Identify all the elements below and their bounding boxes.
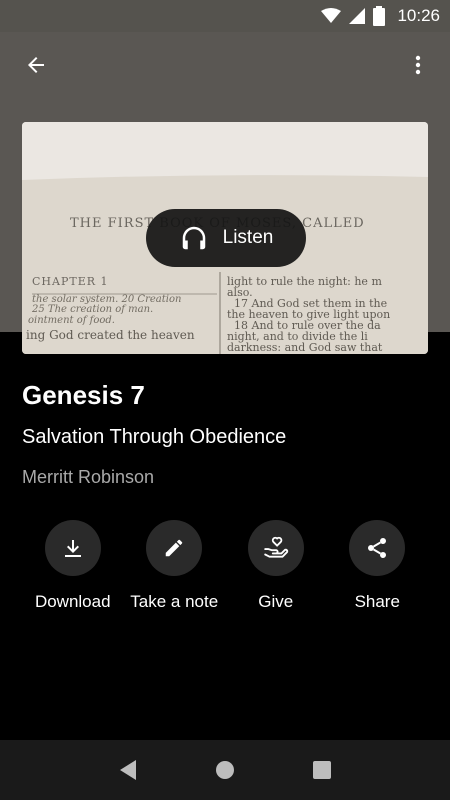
nav-home-button[interactable]	[205, 750, 245, 790]
action-row: Download Take a note Give Share	[22, 520, 428, 620]
give-circle[interactable]	[247, 520, 304, 576]
status-bar: 10:26	[0, 0, 450, 32]
download-label: Download	[34, 592, 111, 611]
page-left-line-4: ing God created the heaven	[26, 328, 195, 342]
pencil-icon	[166, 539, 183, 557]
share-icon	[368, 538, 387, 558]
app-bar	[0, 32, 450, 98]
headphones-icon	[182, 226, 205, 250]
give-heart-hand-icon	[263, 536, 288, 558]
take-note-circle[interactable]	[146, 520, 203, 576]
page-chapter-text: CHAPTER 1	[32, 275, 109, 288]
take-note-button[interactable]: Take a note	[124, 520, 226, 620]
sermon-title: Genesis 7	[22, 380, 145, 410]
give-button[interactable]: Give	[225, 520, 327, 620]
battery-icon	[373, 6, 386, 26]
listen-button[interactable]: Listen	[146, 209, 306, 267]
listen-label: Listen	[222, 227, 274, 248]
cell-signal-icon	[349, 8, 366, 24]
back-arrow-icon	[28, 57, 44, 73]
more-vert-icon	[415, 55, 421, 75]
more-options-button[interactable]	[402, 49, 434, 81]
nav-home-circle-icon	[215, 761, 234, 779]
back-button[interactable]	[20, 49, 52, 81]
give-label: Give	[258, 592, 294, 611]
page-left-line-3: ointment of food.	[28, 315, 115, 326]
status-time: 10:26	[397, 6, 440, 25]
page-left-line-2: 25 The creation of man.	[31, 304, 153, 315]
sermon-subtitle: Salvation Through Obedience	[22, 426, 287, 448]
nav-recents-button[interactable]	[302, 750, 342, 790]
share-circle[interactable]	[349, 520, 406, 576]
hero-image: THE FIRST BOOK OF MOSES, CALLED CHAPTER …	[22, 122, 428, 354]
page-right-line-7: darkness: and God saw that	[227, 341, 383, 354]
nav-back-triangle-icon	[120, 760, 137, 780]
download-circle[interactable]	[44, 520, 101, 576]
download-button[interactable]: Download	[22, 520, 124, 620]
sermon-author: Merritt Robinson	[22, 467, 155, 487]
system-nav-bar	[0, 740, 450, 800]
wifi-icon	[321, 8, 342, 23]
take-note-label: Take a note	[130, 592, 219, 611]
nav-back-button[interactable]	[108, 750, 148, 790]
share-label: Share	[354, 592, 400, 611]
share-button[interactable]: Share	[327, 520, 429, 620]
download-icon	[64, 540, 81, 557]
nav-recents-square-icon	[312, 761, 331, 779]
